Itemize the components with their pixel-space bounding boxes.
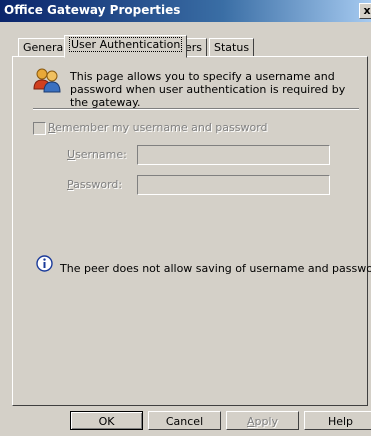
username-label: Username: — [67, 148, 127, 161]
users-icon — [33, 67, 61, 96]
password-label: Password: — [67, 178, 123, 191]
password-input[interactable] — [137, 175, 330, 195]
remember-checkbox[interactable] — [33, 122, 46, 135]
remember-label: Remember my username and password — [48, 121, 268, 134]
cancel-button[interactable]: Cancel — [148, 411, 221, 430]
close-button[interactable]: x — [359, 3, 371, 19]
apply-button[interactable]: Apply — [226, 411, 299, 430]
title-bar: Office Gateway Properties x — [0, 0, 371, 22]
ok-button[interactable]: OK — [70, 411, 143, 430]
notice-text: The peer does not allow saving of userna… — [60, 262, 371, 275]
window-title: Office Gateway Properties — [4, 3, 181, 17]
tab-status[interactable]: Status — [209, 38, 255, 57]
tab-user-authentication[interactable]: User Authentication — [64, 35, 188, 58]
info-icon — [36, 255, 53, 275]
help-button[interactable]: Help — [304, 411, 371, 430]
separator — [33, 108, 359, 110]
tab-general-label: General — [23, 41, 67, 54]
tab-user-authentication-label: User Authentication — [69, 37, 183, 52]
info-text: This page allows you to specify a userna… — [70, 70, 346, 109]
username-input[interactable] — [137, 145, 330, 165]
tab-status-label: Status — [214, 41, 250, 54]
